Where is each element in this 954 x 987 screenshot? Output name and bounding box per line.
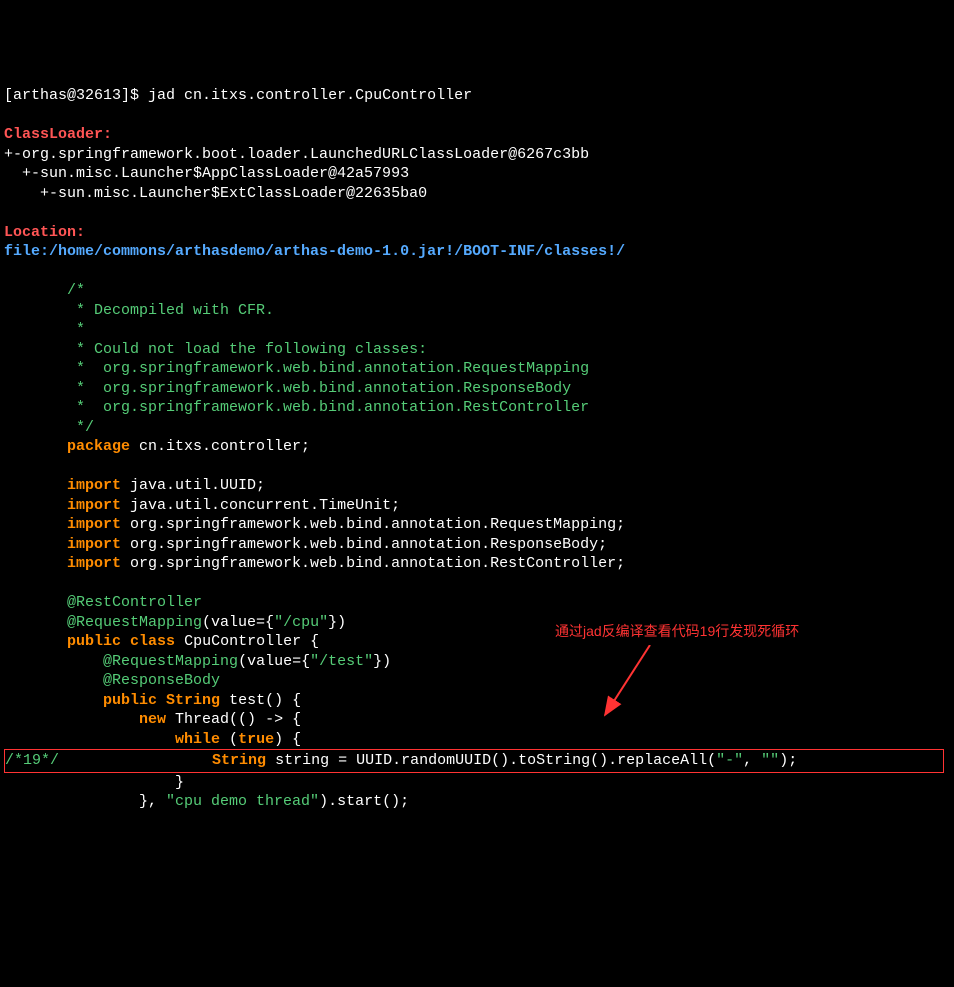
code-comment: */ [4,419,94,436]
class-name: CpuController { [175,633,319,650]
comma: , [743,752,761,769]
annotation-args-end: }) [328,614,346,631]
annotation-args: (value={ [238,653,310,670]
code-comment: * org.springframework.web.bind.annotatio… [4,380,571,397]
string-type: String [157,692,220,709]
annotation-restcontroller: @RestController [67,594,202,611]
import-keyword: import [67,555,121,572]
callout-annotation: 通过jad反编译查看代码19行发现死循环 [555,622,799,640]
import-stmt: java.util.UUID; [121,477,265,494]
thread-construct: Thread(() -> { [166,711,301,728]
line-number: /*19*/ [5,752,59,769]
code-comment: * org.springframework.web.bind.annotatio… [4,360,589,377]
classloader-heading: ClassLoader: [4,126,112,143]
start-call-end: ).start(); [319,793,409,810]
method-name: test() { [220,692,301,709]
closing-brace: } [4,774,184,791]
jad-command: jad cn.itxs.controller.CpuController [148,87,472,104]
assignment: string = UUID.randomUUID().toString().re… [266,752,716,769]
string-literal: "cpu demo thread" [166,793,319,810]
paren-close: ) { [274,731,301,748]
classloader-line: +-sun.misc.Launcher$AppClassLoader@42a57… [4,165,409,182]
classloader-line: +-sun.misc.Launcher$ExtClassLoader@22635… [4,185,427,202]
code-comment: * [4,321,85,338]
annotation-args: (value={ [202,614,274,631]
public-keyword: public [103,692,157,709]
import-keyword: import [67,477,121,494]
new-keyword: new [139,711,166,728]
import-stmt: org.springframework.web.bind.annotation.… [121,516,625,533]
annotation-args-end: }) [373,653,391,670]
import-keyword: import [67,516,121,533]
code-comment: /* [4,282,85,299]
code-comment: * Decompiled with CFR. [4,302,274,319]
package-name: cn.itxs.controller; [130,438,310,455]
highlighted-line: /*19*/ String string = UUID.randomUUID()… [4,749,944,773]
string-type: String [212,752,266,769]
location-heading: Location: [4,224,85,241]
annotation-requestmapping: @RequestMapping [67,614,202,631]
import-stmt: org.springframework.web.bind.annotation.… [121,536,607,553]
location-path: file:/home/commons/arthasdemo/arthas-dem… [4,243,625,260]
import-stmt: org.springframework.web.bind.annotation.… [121,555,625,572]
annotation-requestmapping: @RequestMapping [103,653,238,670]
annotation-responsebody: @ResponseBody [103,672,220,689]
terminal-output: [arthas@32613]$ jad cn.itxs.controller.C… [4,86,950,812]
import-stmt: java.util.concurrent.TimeUnit; [121,497,400,514]
paren-open: ( [220,731,238,748]
string-literal: "-" [716,752,743,769]
class-keyword: class [130,633,175,650]
line-end: ); [779,752,797,769]
string-literal: "/test" [310,653,373,670]
public-keyword: public [67,633,121,650]
string-literal: "/cpu" [274,614,328,631]
import-keyword: import [67,536,121,553]
classloader-line: +-org.springframework.boot.loader.Launch… [4,146,589,163]
while-keyword: while [175,731,220,748]
code-comment: * Could not load the following classes: [4,341,427,358]
string-literal: "" [761,752,779,769]
true-keyword: true [238,731,274,748]
package-keyword: package [67,438,130,455]
import-keyword: import [67,497,121,514]
shell-prompt: [arthas@32613]$ [4,87,139,104]
code-comment: * org.springframework.web.bind.annotatio… [4,399,589,416]
start-call-pre: }, [4,793,166,810]
